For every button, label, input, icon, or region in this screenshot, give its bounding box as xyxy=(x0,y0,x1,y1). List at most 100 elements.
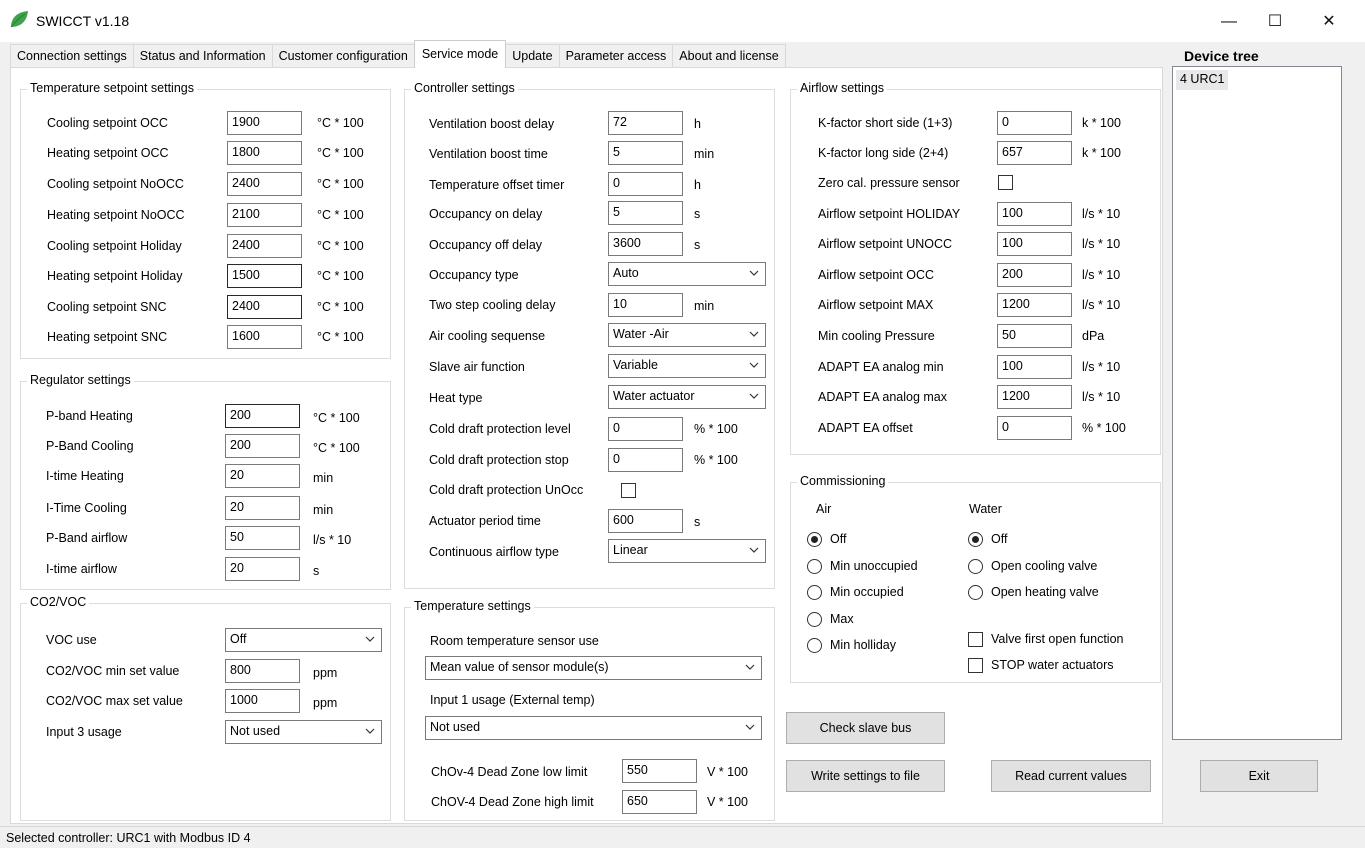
setpoint-input[interactable]: 1600 xyxy=(227,325,302,349)
room-sensor-label: Room temperature sensor use xyxy=(430,634,599,648)
airflow-input[interactable]: 50 xyxy=(997,324,1072,348)
occupancy-type-value: Auto xyxy=(613,266,639,280)
regulator-input[interactable]: 50 xyxy=(225,526,300,550)
kfactor-short-input[interactable]: 0 xyxy=(997,111,1072,135)
setpoint-input[interactable]: 2400 xyxy=(227,234,302,258)
continuous-airflow-select[interactable]: Linear xyxy=(608,539,766,563)
cold-draft-level-input[interactable]: 0 xyxy=(608,417,683,441)
close-button[interactable]: ✕ xyxy=(1306,8,1352,36)
water-radio[interactable] xyxy=(968,585,983,600)
co2voc-max-input[interactable]: 1000 xyxy=(225,689,300,713)
setpoint-input[interactable]: 1800 xyxy=(227,141,302,165)
heat-type-value: Water actuator xyxy=(613,389,695,403)
chevron-down-icon xyxy=(365,728,375,734)
controller-label: Temperature offset timer xyxy=(429,178,565,192)
controller-input[interactable]: 3600 xyxy=(608,232,683,256)
stop-water-actuators-checkbox[interactable] xyxy=(968,658,983,673)
co2voc-min-input[interactable]: 800 xyxy=(225,659,300,683)
heat-type-select[interactable]: Water actuator xyxy=(608,385,766,409)
setpoint-input[interactable]: 2100 xyxy=(227,203,302,227)
water-radio-label: Off xyxy=(991,532,1008,546)
voc-use-select[interactable]: Off xyxy=(225,628,382,652)
voc-use-value: Off xyxy=(230,632,247,646)
controller-label: Ventilation boost time xyxy=(429,147,548,161)
input3-usage-label: Input 3 usage xyxy=(46,725,122,739)
regulator-input[interactable]: 20 xyxy=(225,464,300,488)
tab-status-information[interactable]: Status and Information xyxy=(132,44,273,68)
dead-zone-high-unit: V * 100 xyxy=(707,795,749,809)
air-radio[interactable] xyxy=(807,559,822,574)
device-tree[interactable]: 4 URC1 xyxy=(1172,66,1342,740)
input3-usage-select[interactable]: Not used xyxy=(225,720,382,744)
read-current-values-button[interactable]: Read current values xyxy=(991,760,1151,792)
cold-draft-level-unit: % * 100 xyxy=(694,422,738,436)
air-radio[interactable] xyxy=(807,612,822,627)
regulator-input[interactable]: 200 xyxy=(225,434,300,458)
air-cooling-seq-select[interactable]: Water -Air xyxy=(608,323,766,347)
air-radio[interactable] xyxy=(807,585,822,600)
voc-use-label: VOC use xyxy=(46,633,97,647)
tab-connection-settings[interactable]: Connection settings xyxy=(10,44,134,68)
tab-update[interactable]: Update xyxy=(505,44,560,68)
airflow-input[interactable]: 100 xyxy=(997,232,1072,256)
setpoint-label: Cooling setpoint Holiday xyxy=(47,239,182,253)
regulator-input[interactable]: 20 xyxy=(225,496,300,520)
write-settings-button[interactable]: Write settings to file xyxy=(786,760,945,792)
zero-cal-checkbox[interactable] xyxy=(998,175,1013,190)
airflow-input[interactable]: 100 xyxy=(997,355,1072,379)
airflow-input[interactable]: 200 xyxy=(997,263,1072,287)
setpoint-input[interactable]: 1900 xyxy=(227,111,302,135)
kfactor-long-input[interactable]: 657 xyxy=(997,141,1072,165)
air-radio[interactable] xyxy=(807,532,822,547)
two-step-cooling-label: Two step cooling delay xyxy=(429,298,556,312)
airflow-input[interactable]: 1200 xyxy=(997,385,1072,409)
water-radio[interactable] xyxy=(968,532,983,547)
setpoint-unit: °C * 100 xyxy=(317,146,364,160)
valve-first-open-checkbox[interactable] xyxy=(968,632,983,647)
room-sensor-select[interactable]: Mean value of sensor module(s) xyxy=(425,656,762,680)
airflow-input[interactable]: 1200 xyxy=(997,293,1072,317)
regulator-label: P-Band airflow xyxy=(46,531,128,545)
group-title: Temperature setpoint settings xyxy=(27,81,197,95)
two-step-cooling-input[interactable]: 10 xyxy=(608,293,683,317)
tab-parameter-access[interactable]: Parameter access xyxy=(558,44,674,68)
chevron-down-icon xyxy=(749,270,759,276)
setpoint-input[interactable]: 2400 xyxy=(227,172,302,196)
regulator-input[interactable]: 200 xyxy=(225,404,300,428)
check-slave-bus-button[interactable]: Check slave bus xyxy=(786,712,945,744)
exit-button[interactable]: Exit xyxy=(1200,760,1318,792)
device-tree-item[interactable]: 4 URC1 xyxy=(1176,70,1229,90)
tab-customer-configuration[interactable]: Customer configuration xyxy=(271,44,415,68)
regulator-unit: s xyxy=(313,564,320,578)
actuator-period-input[interactable]: 600 xyxy=(608,509,683,533)
maximize-button[interactable]: ☐ xyxy=(1252,8,1298,36)
air-radio-label: Min occupied xyxy=(830,585,904,599)
input1-usage-select[interactable]: Not used xyxy=(425,716,762,740)
occupancy-type-select[interactable]: Auto xyxy=(608,262,766,286)
dead-zone-low-unit: V * 100 xyxy=(707,765,749,779)
controller-input[interactable]: 0 xyxy=(608,172,683,196)
slave-air-select[interactable]: Variable xyxy=(608,354,766,378)
tab-about-license[interactable]: About and license xyxy=(672,44,786,68)
co2voc-min-unit: ppm xyxy=(313,666,338,680)
setpoint-input[interactable]: 1500 xyxy=(227,264,302,288)
setpoint-label: Heating setpoint SNC xyxy=(47,330,168,344)
cold-draft-stop-input[interactable]: 0 xyxy=(608,448,683,472)
controller-input[interactable]: 5 xyxy=(608,141,683,165)
setpoint-input[interactable]: 2400 xyxy=(227,295,302,319)
controller-input[interactable]: 72 xyxy=(608,111,683,135)
regulator-input[interactable]: 20 xyxy=(225,557,300,581)
airflow-input[interactable]: 100 xyxy=(997,202,1072,226)
regulator-label: P-Band Cooling xyxy=(46,439,134,453)
air-radio[interactable] xyxy=(807,638,822,653)
cold-draft-unocc-checkbox[interactable] xyxy=(621,483,636,498)
controller-input[interactable]: 5 xyxy=(608,201,683,225)
tab-service-mode[interactable]: Service mode xyxy=(413,40,507,68)
regulator-unit: min xyxy=(313,471,334,485)
dead-zone-high-input[interactable]: 650 xyxy=(622,790,697,814)
airflow-input[interactable]: 0 xyxy=(997,416,1072,440)
actuator-period-label: Actuator period time xyxy=(429,514,541,528)
dead-zone-low-input[interactable]: 550 xyxy=(622,759,697,783)
minimize-button[interactable]: — xyxy=(1206,8,1252,36)
water-radio[interactable] xyxy=(968,559,983,574)
